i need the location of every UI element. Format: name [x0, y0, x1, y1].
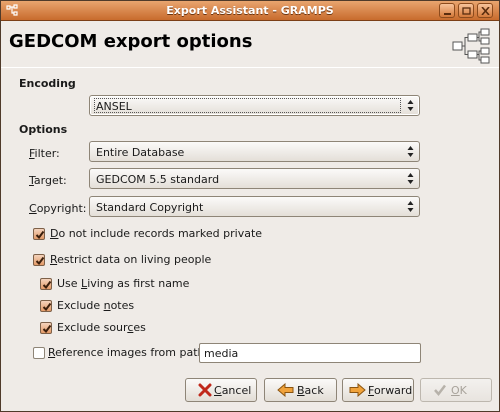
restrict-living-checkbox[interactable]: Restrict data on living people	[33, 253, 233, 268]
use-living-first-name-checkbox[interactable]: Use Living as first name	[40, 277, 200, 292]
close-icon	[481, 7, 490, 15]
cancel-label: Cancel	[214, 384, 252, 397]
exclude-notes-label: Exclude notes	[57, 299, 135, 312]
maximize-icon	[462, 7, 471, 15]
exclude-sources-checkbox[interactable]: Exclude sources	[40, 321, 160, 336]
encoding-combo[interactable]: ANSEL	[89, 95, 420, 116]
reference-path-value: media	[204, 347, 239, 360]
checkbox-box[interactable]	[33, 347, 45, 359]
minimize-button[interactable]	[439, 3, 455, 18]
copyright-label: Copyright:	[29, 202, 87, 215]
maximize-button[interactable]	[458, 3, 474, 18]
ok-check-icon	[434, 384, 446, 396]
copyright-combo[interactable]: Standard Copyright	[89, 196, 420, 217]
back-arrow-icon	[277, 383, 294, 397]
use-living-first-name-label: Use Living as first name	[57, 277, 190, 290]
filter-combo[interactable]: Entire Database	[89, 141, 420, 162]
title-bar[interactable]: Export Assistant - GRAMPS	[1, 1, 499, 21]
copyright-value: Standard Copyright	[96, 201, 204, 214]
checkbox-box[interactable]	[40, 322, 52, 334]
checkmark-icon	[42, 280, 52, 290]
checkbox-box[interactable]	[33, 254, 45, 266]
target-label: Target:	[29, 174, 67, 187]
header-separator	[1, 67, 499, 68]
combo-arrows-icon	[407, 173, 414, 184]
checkmark-icon	[42, 324, 52, 334]
options-section-label: Options	[19, 123, 68, 136]
cancel-button[interactable]: Cancel	[185, 378, 257, 402]
minimize-icon	[444, 13, 451, 15]
combo-arrows-icon	[407, 146, 414, 157]
checkbox-box[interactable]	[33, 228, 45, 240]
exclude-private-label: Do not include records marked private	[50, 227, 263, 240]
ok-button[interactable]: OK	[420, 378, 492, 402]
checkbox-box[interactable]	[40, 300, 52, 312]
ok-label: OK	[451, 384, 467, 397]
reference-images-label: Reference images from path:	[48, 346, 209, 359]
forward-arrow-icon	[349, 383, 366, 397]
focus-ring	[94, 98, 401, 113]
target-value: GEDCOM 5.5 standard	[96, 173, 220, 186]
reference-path-input[interactable]: media	[199, 343, 421, 363]
forward-label: Forward	[368, 384, 413, 397]
checkbox-box[interactable]	[40, 278, 52, 290]
window-title: Export Assistant - GRAMPS	[166, 4, 334, 17]
close-button[interactable]	[477, 3, 493, 18]
family-tree-icon	[452, 28, 490, 64]
exclude-notes-checkbox[interactable]: Exclude notes	[40, 299, 160, 314]
cancel-icon	[198, 383, 212, 397]
back-button[interactable]: Back	[264, 378, 337, 402]
checkmark-icon	[42, 302, 52, 312]
exclude-sources-label: Exclude sources	[57, 321, 146, 334]
encoding-section-label: Encoding	[19, 77, 76, 90]
encoding-value: ANSEL	[96, 100, 132, 113]
combo-arrows-icon	[407, 100, 414, 111]
combo-arrows-icon	[407, 201, 414, 212]
forward-button[interactable]: Forward	[342, 378, 414, 402]
reference-images-checkbox[interactable]: Reference images from path:	[33, 346, 208, 361]
checkmark-icon	[35, 230, 45, 240]
target-combo[interactable]: GEDCOM 5.5 standard	[89, 168, 420, 189]
checkmark-icon	[35, 256, 45, 266]
filter-value: Entire Database	[96, 146, 185, 159]
exclude-private-checkbox[interactable]: Do not include records marked private	[33, 227, 262, 242]
restrict-living-label: Restrict data on living people	[50, 253, 212, 266]
export-assistant-window: Export Assistant - GRAMPS GEDCOM export …	[0, 0, 500, 412]
page-title: GEDCOM export options	[9, 31, 253, 52]
filter-label: Filter:	[29, 147, 60, 160]
back-label: Back	[297, 384, 324, 397]
